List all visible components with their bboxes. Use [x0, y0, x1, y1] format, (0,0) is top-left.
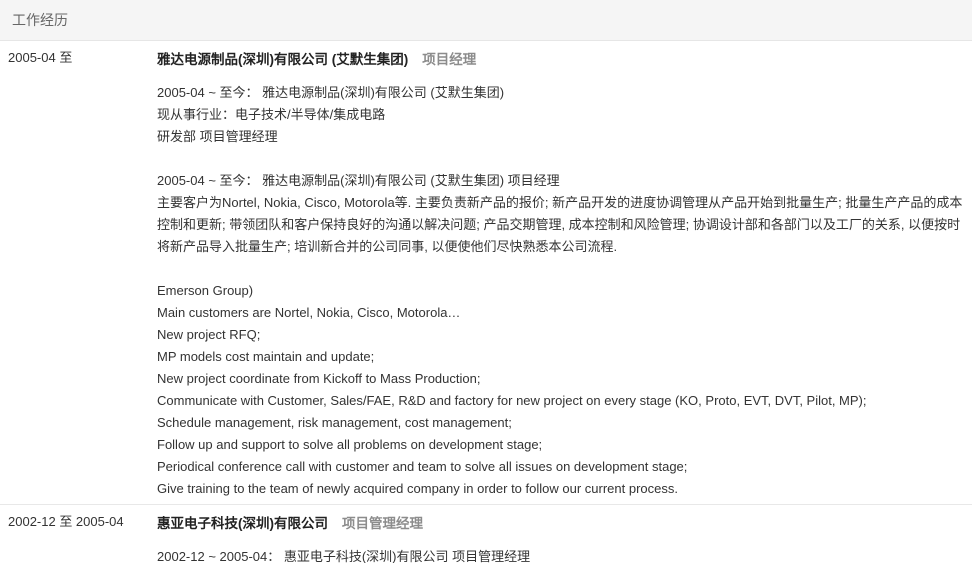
job-details: 2005-04 ~ 至今： 雅达电源制品(深圳)有限公司 (艾默生集团) 现从事… — [157, 73, 964, 504]
detail-line: New project RFQ; — [157, 327, 261, 342]
detail-line: 现从事行业：电子技术/半导体/集成电路 — [157, 107, 386, 122]
detail-line: Emerson Group) — [157, 283, 254, 298]
job-body: 惠亚电子科技(深圳)有限公司 项目管理经理 2002-12 ~ 2005-04：… — [157, 505, 972, 563]
detail-line: 2005-04 ~ 至今： 雅达电源制品(深圳)有限公司 (艾默生集团) 项目经… — [157, 173, 560, 188]
job-title: 惠亚电子科技(深圳)有限公司 项目管理经理 — [157, 505, 964, 537]
detail-line: New project coordinate from Kickoff to M… — [157, 371, 481, 386]
job-period: 2005-04 至 — [8, 50, 73, 65]
detail-line: Communicate with Customer, Sales/FAE, R&… — [157, 393, 867, 408]
detail-line: Schedule management, risk management, co… — [157, 415, 512, 430]
position-title: 项目管理经理 — [342, 516, 423, 531]
section-title: 工作经历 — [12, 12, 68, 28]
detail-line: 研发部 项目管理经理 — [157, 129, 278, 144]
detail-line: 2005-04 ~ 至今： 雅达电源制品(深圳)有限公司 (艾默生集团) — [157, 85, 505, 100]
company-name: 雅达电源制品(深圳)有限公司 (艾默生集团) — [157, 52, 409, 67]
job-title: 雅达电源制品(深圳)有限公司 (艾默生集团) 项目经理 — [157, 41, 964, 73]
detail-line: Follow up and support to solve all probl… — [157, 437, 543, 452]
detail-line: 2002-12 ~ 2005-04： 惠亚电子科技(深圳)有限公司 项目管理经理 — [157, 549, 531, 563]
job-details: 2002-12 ~ 2005-04： 惠亚电子科技(深圳)有限公司 项目管理经理 — [157, 537, 964, 563]
detail-line: Give training to the team of newly acqui… — [157, 481, 678, 496]
detail-line: Main customers are Nortel, Nokia, Cisco,… — [157, 305, 461, 320]
detail-line: MP models cost maintain and update; — [157, 349, 375, 364]
job-entry: 2002-12 至 2005-04 惠亚电子科技(深圳)有限公司 项目管理经理 … — [0, 505, 972, 563]
company-name: 惠亚电子科技(深圳)有限公司 — [157, 516, 328, 531]
work-experience-section: 工作经历 2005-04 至 雅达电源制品(深圳)有限公司 (艾默生集团) 项目… — [0, 0, 972, 563]
section-header: 工作经历 — [0, 0, 972, 41]
job-period: 2002-12 至 2005-04 — [8, 514, 124, 529]
job-entry: 2005-04 至 雅达电源制品(深圳)有限公司 (艾默生集团) 项目经理 20… — [0, 41, 972, 505]
position-title: 项目经理 — [422, 52, 477, 67]
detail-line: Periodical conference call with customer… — [157, 459, 688, 474]
detail-paragraph: 主要客户为Nortel, Nokia, Cisco, Motorola等. 主要… — [157, 195, 963, 254]
job-body: 雅达电源制品(深圳)有限公司 (艾默生集团) 项目经理 2005-04 ~ 至今… — [157, 41, 972, 504]
